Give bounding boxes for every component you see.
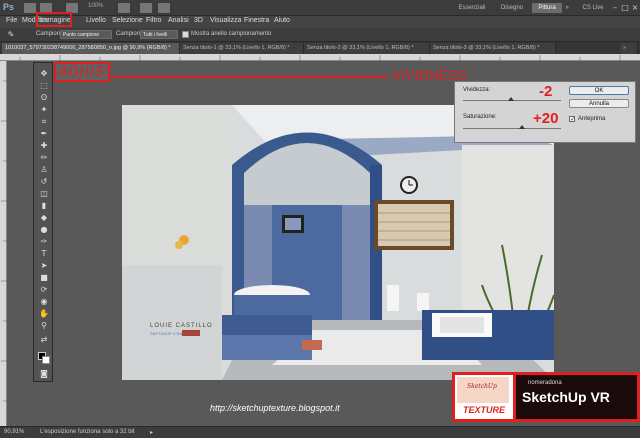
vividezza-slider-thumb[interactable] bbox=[508, 97, 514, 101]
menu-finestra[interactable]: Finestra bbox=[244, 17, 269, 24]
menu-analisi[interactable]: Analisi bbox=[168, 17, 189, 24]
ring-checkbox[interactable] bbox=[182, 31, 189, 38]
marquee-tool-icon[interactable]: ⬚ bbox=[39, 81, 49, 90]
cs-live-button[interactable]: CS Live bbox=[578, 3, 608, 13]
menu-bar: File Modifica Immagine Livello Selezione… bbox=[0, 16, 640, 28]
campione-select[interactable]: Punto campione bbox=[60, 30, 112, 39]
tab-document-1[interactable]: 1010037_579730238749006_287580850_n.jpg … bbox=[2, 43, 180, 54]
type-tool-icon[interactable]: T bbox=[39, 249, 49, 258]
vividezza-label: Vividezza: bbox=[463, 87, 491, 93]
ruler-vertical bbox=[0, 61, 7, 426]
ruler-horizontal bbox=[0, 54, 640, 61]
options-bar: ✎ Campione: Punto campione Campione: Tut… bbox=[0, 28, 640, 42]
logo-right-small-text: nomeradona bbox=[528, 380, 562, 386]
status-zoom[interactable]: 90,91% bbox=[4, 429, 24, 435]
minimize-icon[interactable]: – bbox=[610, 3, 620, 12]
move-tool-icon[interactable]: ✥ bbox=[39, 69, 49, 78]
close-icon[interactable]: × bbox=[630, 3, 640, 12]
annulla-button[interactable]: Annulla bbox=[569, 99, 629, 108]
workspace-disegno[interactable]: Disegno bbox=[494, 3, 530, 13]
menu-file[interactable]: File bbox=[6, 17, 17, 24]
bridge-icon[interactable] bbox=[24, 3, 36, 13]
vividness-dialog: Vividezza: -2 Saturazione: +20 OK Annull… bbox=[454, 81, 636, 143]
ok-button[interactable]: OK bbox=[569, 86, 629, 95]
logo-left-small-text: SketchUp bbox=[467, 383, 497, 390]
eyedropper-tool-icon[interactable]: ✒ bbox=[39, 129, 49, 138]
vividezza-value[interactable]: -2 bbox=[539, 83, 552, 100]
workspace-pittura[interactable]: Pittura bbox=[532, 3, 562, 13]
tab-overflow-icon[interactable]: » bbox=[620, 43, 638, 54]
sketchup-texture-logo: SketchUp TEXTURE bbox=[452, 372, 516, 422]
adjust-annotation-text: ADJUST bbox=[59, 65, 114, 80]
stamp-tool-icon[interactable]: ♙ bbox=[39, 165, 49, 174]
render-watermark-sub: SKETCHUP V-RAY ARTIST bbox=[150, 331, 200, 336]
saturazione-label: Saturazione: bbox=[463, 114, 497, 120]
maximize-icon[interactable]: □ bbox=[620, 3, 630, 12]
hand-tool-icon[interactable]: ✋ bbox=[39, 309, 49, 318]
render-watermark-name: LOUIE CASTILLO bbox=[150, 323, 213, 329]
pen-tool-icon[interactable]: ✑ bbox=[39, 237, 49, 246]
logo-left-big-text: TEXTURE bbox=[462, 405, 505, 415]
anteprima-label: Anteprima bbox=[578, 116, 606, 122]
saturazione-slider-track[interactable] bbox=[463, 128, 561, 129]
annotation-connector-line bbox=[110, 76, 388, 78]
quick-select-tool-icon[interactable]: ✦ bbox=[39, 105, 49, 114]
zoom-level[interactable]: 100% bbox=[88, 3, 103, 9]
quick-mask-icon[interactable]: ◙ bbox=[39, 369, 49, 378]
blog-url: http://sketchuptexture.blogspot.it bbox=[210, 403, 340, 413]
brush-tool-icon[interactable]: ✏ bbox=[39, 153, 49, 162]
photoshop-window: Ps 100% Essenziali Disegno Pittura » CS … bbox=[0, 0, 640, 438]
zoom-tool-icon[interactable]: ⚲ bbox=[39, 321, 49, 330]
eyedropper-icon[interactable]: ✎ bbox=[6, 30, 16, 39]
bathroom-render-image: LOUIE CASTILLO SKETCHUP V-RAY ARTIST bbox=[122, 105, 554, 380]
logo-right-big-text: SketchUp VR bbox=[522, 389, 610, 405]
menu-visualizza[interactable]: Visualizza bbox=[210, 17, 241, 24]
menu-aiuto[interactable]: Aiuto bbox=[274, 17, 290, 24]
arrange-documents-icon[interactable] bbox=[140, 3, 152, 13]
menu-livello[interactable]: Livello bbox=[86, 17, 106, 24]
title-bar: Ps 100% Essenziali Disegno Pittura » CS … bbox=[0, 0, 640, 16]
saturazione-value[interactable]: +20 bbox=[533, 110, 558, 127]
tools-panel: ✥ ⬚ ʘ ✦ ⌗ ✒ ✚ ✏ ♙ ↺ ◫ ▮ ◆ ● ✑ T ➤ ■ ⟳ ◉ … bbox=[33, 62, 53, 382]
ring-label: Mostra anello campionamento bbox=[191, 31, 272, 37]
anteprima-checkbox[interactable]: ✓ bbox=[569, 116, 575, 123]
menu-filtro[interactable]: Filtro bbox=[146, 17, 162, 24]
document-tabs: 1010037_579730238749006_287580850_n.jpg … bbox=[0, 42, 640, 54]
menu-selezione[interactable]: Selezione bbox=[112, 17, 143, 24]
screen-mode-icon[interactable] bbox=[158, 3, 170, 13]
workspace-essenziali[interactable]: Essenziali bbox=[452, 3, 492, 13]
campione2-select[interactable]: Tutti i livelli bbox=[140, 30, 178, 39]
menu-immagine-highlight bbox=[36, 12, 72, 27]
lasso-tool-icon[interactable]: ʘ bbox=[39, 93, 49, 102]
dodge-tool-icon[interactable]: ● bbox=[39, 225, 49, 234]
status-bar: 90,91% L'esposizione funziona solo a 32 … bbox=[0, 426, 640, 438]
history-brush-tool-icon[interactable]: ↺ bbox=[39, 177, 49, 186]
cs-live-label: CS Live bbox=[582, 5, 604, 11]
sketchup-vr-logo: nomeradona SketchUp VR bbox=[516, 372, 640, 422]
tab-document-3[interactable]: Senza titolo-2 @ 33,1% (Livello 1, RGB/8… bbox=[304, 43, 430, 54]
crop-tool-icon[interactable]: ⌗ bbox=[39, 117, 49, 126]
eraser-tool-icon[interactable]: ◫ bbox=[39, 189, 49, 198]
sketchup-logo-icon bbox=[457, 377, 509, 403]
blur-tool-icon[interactable]: ◆ bbox=[39, 213, 49, 222]
menu-3d[interactable]: 3D bbox=[194, 17, 203, 24]
gradient-tool-icon[interactable]: ▮ bbox=[39, 201, 49, 210]
photoshop-logo-icon: Ps bbox=[3, 2, 15, 12]
path-select-tool-icon[interactable]: ➤ bbox=[39, 261, 49, 270]
status-message: L'esposizione funziona solo a 32 bit bbox=[40, 429, 135, 435]
swap-colors-icon[interactable]: ⇄ bbox=[39, 335, 49, 344]
hand-tool-icon[interactable] bbox=[118, 3, 130, 13]
3d-rotate-tool-icon[interactable]: ⟳ bbox=[39, 285, 49, 294]
tab-document-2[interactable]: Senza titolo-1 @ 33,1% (Livello 1, RGB/8… bbox=[180, 43, 304, 54]
healing-tool-icon[interactable]: ✚ bbox=[39, 141, 49, 150]
workspace-more-icon[interactable]: » bbox=[564, 3, 570, 13]
status-arrow-icon[interactable]: ▸ bbox=[150, 429, 153, 436]
shape-tool-icon[interactable]: ■ bbox=[39, 273, 49, 282]
adjust-annotation: ADJUST bbox=[54, 62, 114, 82]
tab-document-4[interactable]: Senza titolo-3 @ 33,1% (Livello 1, RGB/8… bbox=[430, 43, 556, 54]
background-color-swatch[interactable] bbox=[42, 356, 50, 364]
3d-camera-tool-icon[interactable]: ◉ bbox=[39, 297, 49, 306]
saturazione-slider-thumb[interactable] bbox=[519, 125, 525, 129]
